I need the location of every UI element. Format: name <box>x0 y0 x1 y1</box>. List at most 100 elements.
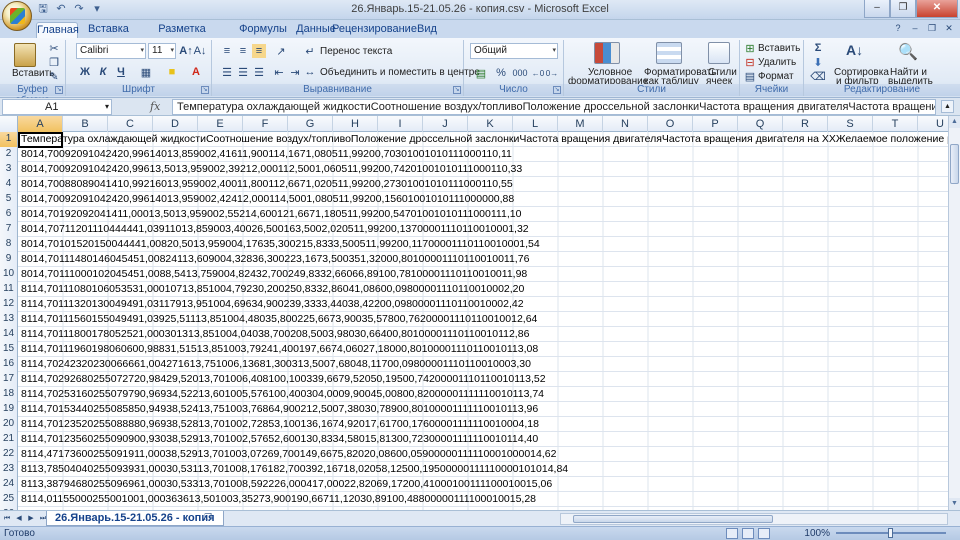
align-center-icon[interactable]: ☰ <box>236 65 250 79</box>
column-header-h[interactable]: H <box>333 116 378 132</box>
row-header[interactable]: 15 <box>0 342 18 357</box>
row-header[interactable]: 18 <box>0 387 18 402</box>
tab-formulas[interactable]: Формулы <box>238 22 288 38</box>
office-button[interactable] <box>2 1 32 31</box>
format-as-table-icon[interactable] <box>656 42 682 64</box>
orientation-icon[interactable]: ↗ <box>272 44 290 58</box>
row-header[interactable]: 10 <box>0 267 18 282</box>
name-box[interactable]: A1 ▾ <box>2 99 112 115</box>
row-header[interactable]: 5 <box>0 192 18 207</box>
minimize-button[interactable]: – <box>864 0 890 18</box>
clipboard-launcher-icon[interactable]: ↘ <box>55 86 63 94</box>
column-header-q[interactable]: Q <box>738 116 783 132</box>
expand-formula-bar-icon[interactable]: ▲ <box>941 100 954 113</box>
cell-a11[interactable]: 8114,70111080106053531,00010713,851004,7… <box>19 282 524 296</box>
merge-center-icon[interactable]: ↔ <box>304 65 316 79</box>
column-header-j[interactable]: J <box>423 116 468 132</box>
cell-a16[interactable]: 8114,70242320230066661,004271613,751006,… <box>19 357 531 371</box>
decrease-indent-icon[interactable]: ⇤ <box>272 65 286 79</box>
clear-icon[interactable]: ⌫ <box>810 70 826 83</box>
column-header-d[interactable]: D <box>153 116 198 132</box>
column-header-k[interactable]: K <box>468 116 513 132</box>
align-top-icon[interactable]: ≡ <box>220 44 234 58</box>
column-header-a[interactable]: A <box>18 116 63 132</box>
insert-sheet-icon[interactable]: ❐ <box>200 512 216 525</box>
worksheet-grid[interactable]: ABCDEFGHIJKLMNOPQRSTU 1 Температура охлаж… <box>0 116 948 510</box>
italic-button[interactable]: К <box>96 65 110 79</box>
row-header[interactable]: 17 <box>0 372 18 387</box>
row-header[interactable]: 13 <box>0 312 18 327</box>
column-header-l[interactable]: L <box>513 116 558 132</box>
decrease-decimal-icon[interactable]: 0→ <box>546 66 558 80</box>
cell-a20[interactable]: 8114,70123520255088880,96938,52813,70100… <box>19 417 539 431</box>
cell-a25[interactable]: 8114,01155000255001001,000363613,501003,… <box>19 492 536 506</box>
row-header[interactable]: 14 <box>0 327 18 342</box>
cell-a8[interactable]: 8014,70101520150044441,00820,5013,959004… <box>19 237 540 251</box>
increase-indent-icon[interactable]: ⇥ <box>288 65 302 79</box>
workbook-minimize-button[interactable]: – <box>908 22 922 35</box>
select-all-button[interactable] <box>0 116 18 132</box>
column-header-o[interactable]: O <box>648 116 693 132</box>
font-color-icon[interactable]: A <box>188 65 204 79</box>
delete-cells-icon[interactable]: ⊟ <box>744 56 756 69</box>
zoom-slider-knob[interactable] <box>888 528 893 538</box>
workbook-close-button[interactable]: ✕ <box>942 22 956 35</box>
column-header-c[interactable]: C <box>108 116 153 132</box>
find-select-icon[interactable]: 🔍 <box>898 42 920 64</box>
align-middle-icon[interactable]: ≡ <box>236 44 250 58</box>
insert-cells-icon[interactable]: ⊞ <box>744 42 756 55</box>
currency-format-icon[interactable]: ▤ <box>472 66 490 80</box>
row-header[interactable]: 1 <box>0 132 18 147</box>
tab-data[interactable]: Данные <box>296 22 336 38</box>
scroll-down-icon[interactable]: ▼ <box>949 498 960 510</box>
page-break-view-icon[interactable] <box>758 528 770 539</box>
wrap-text-button[interactable]: Перенос текста <box>320 46 392 57</box>
borders-icon[interactable]: ▦ <box>138 65 154 79</box>
prev-sheet-icon[interactable]: ◀ <box>14 513 24 524</box>
cell-a15[interactable]: 8114,70111960198060600,98831,51513,85100… <box>19 342 538 356</box>
column-header-i[interactable]: I <box>378 116 423 132</box>
cell-a13[interactable]: 8114,70111560155049491,03925,51113,85100… <box>19 312 537 326</box>
row-header[interactable]: 4 <box>0 177 18 192</box>
zoom-level[interactable]: 100% <box>804 528 830 539</box>
underline-button[interactable]: Ч <box>114 65 128 79</box>
grow-font-icon[interactable]: A↑ <box>179 44 192 58</box>
shrink-font-icon[interactable]: A↓ <box>194 44 207 58</box>
delete-cells-button[interactable]: Удалить <box>758 57 796 68</box>
format-cells-icon[interactable]: ▤ <box>744 70 756 83</box>
vertical-scrollbar[interactable]: ▲ ▼ <box>948 116 960 510</box>
sheet-tab[interactable]: 26.Январь.15-21.05.26 - копия <box>46 511 224 526</box>
align-bottom-icon[interactable]: ≡ <box>252 44 266 58</box>
cell-styles-icon[interactable] <box>708 42 730 64</box>
cell-a14[interactable]: 8114,70111800178052521,000301313,851004,… <box>19 327 529 341</box>
fill-color-icon[interactable]: ■ <box>164 65 180 79</box>
cell-a2[interactable]: 8014,70092091042420,99614013,859002,4161… <box>19 147 512 161</box>
row-header[interactable]: 3 <box>0 162 18 177</box>
font-name-select[interactable]: Calibri ▾ <box>76 43 146 59</box>
help-icon[interactable]: ? <box>891 22 905 35</box>
format-cells-button[interactable]: Формат <box>758 71 794 82</box>
next-sheet-icon[interactable]: ▶ <box>26 513 36 524</box>
cut-icon[interactable]: ✂ <box>48 42 60 55</box>
column-header-e[interactable]: E <box>198 116 243 132</box>
zoom-slider[interactable] <box>836 528 946 538</box>
horizontal-scroll-thumb[interactable] <box>573 515 773 523</box>
cell-a19[interactable]: 8114,70153440255085850,94938,52413,75100… <box>19 402 538 416</box>
column-header-f[interactable]: F <box>243 116 288 132</box>
cell-a22[interactable]: 8114,47173600255091911,00038,52913,70100… <box>19 447 556 461</box>
copy-icon[interactable]: ❐ <box>48 56 60 69</box>
normal-view-icon[interactable] <box>726 528 738 539</box>
paste-icon[interactable] <box>14 43 36 67</box>
column-header-s[interactable]: S <box>828 116 873 132</box>
percent-style-button[interactable]: % <box>494 66 508 80</box>
merge-center-button[interactable]: Объединить и поместить в центре <box>320 67 480 78</box>
alignment-launcher-icon[interactable]: ↘ <box>453 86 461 94</box>
column-header-t[interactable]: T <box>873 116 918 132</box>
tab-home[interactable]: Главная <box>36 22 79 39</box>
row-header[interactable]: 16 <box>0 357 18 372</box>
font-launcher-icon[interactable]: ↘ <box>201 86 209 94</box>
row-header[interactable]: 19 <box>0 402 18 417</box>
conditional-formatting-icon[interactable] <box>594 42 620 64</box>
row-header[interactable]: 22 <box>0 447 18 462</box>
scroll-up-icon[interactable]: ▲ <box>949 116 960 128</box>
